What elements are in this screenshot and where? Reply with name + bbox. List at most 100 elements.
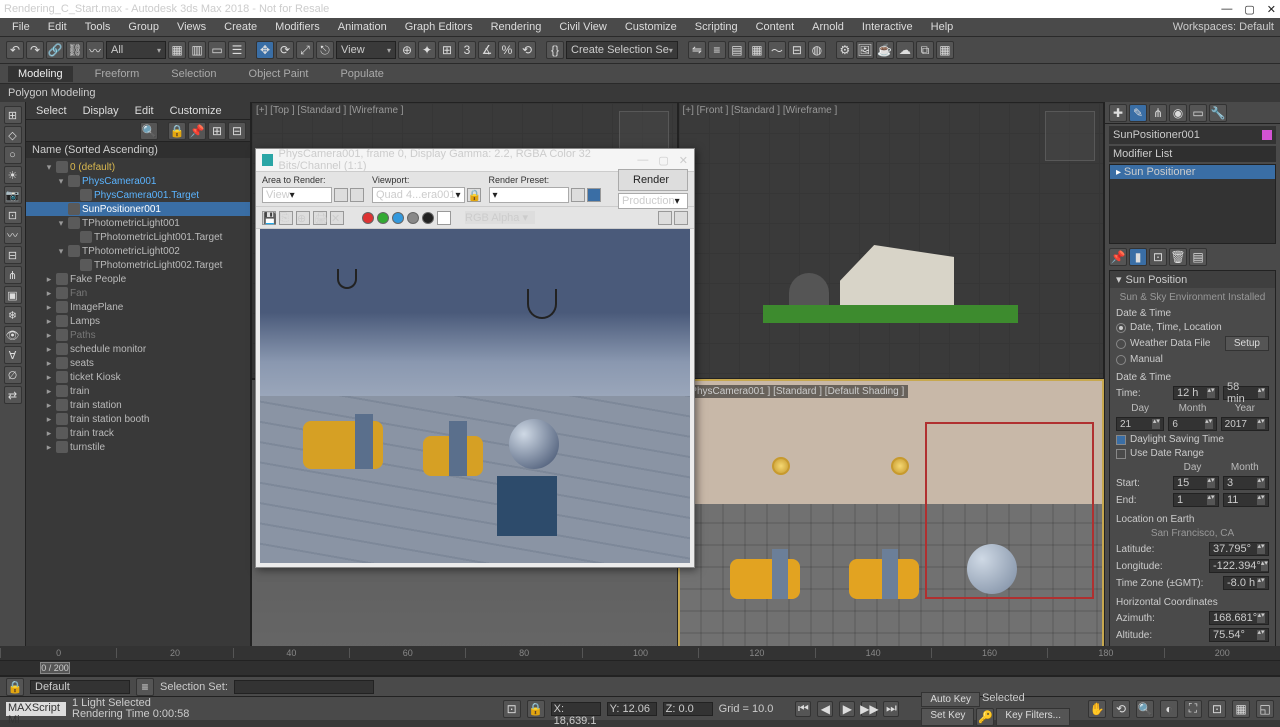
se-pin-icon[interactable]: 📌	[188, 122, 206, 140]
tree-node[interactable]: ▾TPhotometricLight002	[26, 244, 250, 258]
scene-menu-display[interactable]: Display	[77, 104, 125, 118]
viewcube-front[interactable]	[1045, 111, 1095, 161]
lon-spin[interactable]: -122.394°▴▾	[1209, 559, 1269, 573]
menu-animation[interactable]: Animation	[330, 20, 395, 34]
menu-arnold[interactable]: Arnold	[804, 20, 852, 34]
nav-max-icon[interactable]: ⛶	[1184, 700, 1202, 718]
nav-min-icon[interactable]: ◱	[1256, 700, 1274, 718]
modify-tab-icon[interactable]: ✎	[1129, 104, 1147, 122]
end-day[interactable]: 1▴▾	[1173, 493, 1219, 507]
se-collapse-icon[interactable]: ⊟	[228, 122, 246, 140]
radio-dtl[interactable]	[1116, 323, 1126, 333]
utilities-tab-icon[interactable]: 🔧	[1209, 104, 1227, 122]
curve-icon[interactable]: 〜	[768, 41, 786, 59]
pivot-icon[interactable]: ⊕	[398, 41, 416, 59]
overlay-b-icon[interactable]	[674, 211, 688, 225]
keymode-icon[interactable]: ⊞	[438, 41, 456, 59]
se-light-icon[interactable]: ☀	[4, 166, 22, 184]
lat-spin[interactable]: 37.795°▴▾	[1209, 542, 1269, 556]
scene-menu-customize[interactable]: Customize	[164, 104, 228, 118]
alt-spin[interactable]: 75.54°▴▾	[1209, 628, 1269, 642]
tree-node[interactable]: ▸train	[26, 384, 250, 398]
lock-sel-icon[interactable]: 🔒	[527, 700, 545, 718]
radio-weather[interactable]	[1116, 339, 1126, 349]
render-button[interactable]: Render	[618, 169, 688, 191]
area-edit-icon[interactable]	[334, 188, 348, 202]
scale-icon[interactable]: ⤢	[296, 41, 314, 59]
rfw-max-icon[interactable]: ▢	[658, 154, 668, 167]
minimize-icon[interactable]: —	[1221, 3, 1232, 16]
tree-node[interactable]: ▸Lamps	[26, 314, 250, 328]
align-icon[interactable]: ≡	[708, 41, 726, 59]
vp-cam-caption[interactable]: [PhysCamera001 ] [Standard ] [Default Sh…	[684, 385, 909, 398]
render-panel[interactable]: ▦	[936, 41, 954, 59]
tree-node[interactable]: PhysCamera001.Target	[26, 188, 250, 202]
tree-node[interactable]: ▸ticket Kiosk	[26, 370, 250, 384]
radio-manual[interactable]	[1116, 355, 1126, 365]
tree-node[interactable]: SunPositioner001	[26, 202, 250, 216]
y-coord[interactable]: Y: 12.06	[607, 702, 657, 716]
ribbon-tab-modeling[interactable]: Modeling	[8, 66, 73, 82]
prev-frame-icon[interactable]: ◀	[817, 701, 833, 717]
selset-drop[interactable]: Create Selection Se▾	[566, 41, 678, 59]
play-icon[interactable]: ▶	[839, 701, 855, 717]
menu-interactive[interactable]: Interactive	[854, 20, 921, 34]
menu-grapheditors[interactable]: Graph Editors	[397, 20, 481, 34]
alpha-drop[interactable]: RGB Alpha ▾	[465, 211, 535, 224]
maximize-icon[interactable]: ▢	[1244, 3, 1254, 16]
menu-modifiers[interactable]: Modifiers	[267, 20, 328, 34]
menu-help[interactable]: Help	[923, 20, 962, 34]
viewport-front[interactable]: [+] [Front ] [Standard ] [Wireframe ]	[678, 102, 1105, 379]
date-spin[interactable]: 6▴▾	[1168, 417, 1216, 431]
render-frame-window[interactable]: PhysCamera001, frame 0, Display Gamma: 2…	[255, 148, 695, 568]
unlink-icon[interactable]: ⛓	[66, 41, 84, 59]
se-search-icon[interactable]: 🔍	[140, 122, 158, 140]
tree-node[interactable]: ▾0 (default)	[26, 160, 250, 174]
save-img-icon[interactable]: 💾	[262, 211, 276, 225]
keymode-drop[interactable]: Selected	[982, 692, 1042, 707]
nav-zoomall-icon[interactable]: ▦	[1232, 700, 1250, 718]
dst-check[interactable]	[1116, 435, 1126, 445]
min-spin[interactable]: 58 min▴▾	[1223, 386, 1269, 400]
setup-button[interactable]: Setup	[1225, 336, 1269, 351]
render-output[interactable]	[260, 229, 690, 563]
modifier-list[interactable]: Modifier List	[1109, 146, 1276, 162]
scene-menu-edit[interactable]: Edit	[129, 104, 160, 118]
remove-icon[interactable]: 🗑	[1169, 248, 1187, 266]
menu-civilview[interactable]: Civil View	[551, 20, 614, 34]
tree-node[interactable]: ▸Fake People	[26, 272, 250, 286]
color-swatch[interactable]	[1262, 130, 1272, 140]
menu-create[interactable]: Create	[216, 20, 265, 34]
hours-spin[interactable]: 12 h▴▾	[1173, 386, 1219, 400]
print-icon[interactable]: 🖨	[313, 211, 327, 225]
green-ch-icon[interactable]	[377, 212, 389, 224]
refcoord-drop[interactable]: View▾	[336, 41, 396, 59]
selwin-icon[interactable]: ▦	[168, 41, 186, 59]
time-ruler[interactable]: 020406080100120140160180200	[0, 646, 1280, 660]
next-frame-icon[interactable]: ▶▶	[861, 701, 877, 717]
tz-spin[interactable]: -8.0 h▴▾	[1223, 576, 1269, 590]
selname-icon[interactable]: ☰	[228, 41, 246, 59]
trackbar[interactable]: 0 / 200	[0, 660, 1280, 676]
place-icon[interactable]: ⎋	[316, 41, 334, 59]
ribbon-icon[interactable]: ▦	[748, 41, 766, 59]
tree-node[interactable]: ▾TPhotometricLight001	[26, 216, 250, 230]
nav-zoom-icon[interactable]: 🔍	[1136, 700, 1154, 718]
copy-img-icon[interactable]: ⎘	[279, 211, 293, 225]
az-spin[interactable]: 168.681°▴▾	[1209, 611, 1269, 625]
namedsel-icon[interactable]: {}	[546, 41, 564, 59]
menu-content[interactable]: Content	[748, 20, 803, 34]
unique-icon[interactable]: ⊡	[1149, 248, 1167, 266]
redo-icon[interactable]: ↷	[26, 41, 44, 59]
isolate-icon[interactable]: ⊡	[503, 700, 521, 718]
se-inv-icon[interactable]: ⇄	[4, 386, 22, 404]
motion-tab-icon[interactable]: ◉	[1169, 104, 1187, 122]
psnap-icon[interactable]: %	[498, 41, 516, 59]
selrect-icon[interactable]: ▭	[208, 41, 226, 59]
menu-group[interactable]: Group	[120, 20, 167, 34]
manip-icon[interactable]: ✦	[418, 41, 436, 59]
clear-icon[interactable]: ✕	[330, 211, 344, 225]
rfw-close-icon[interactable]: ✕	[679, 154, 688, 167]
selset-drop2[interactable]	[234, 680, 374, 694]
maxscript-mini[interactable]: MAXScript Mi	[6, 702, 66, 716]
